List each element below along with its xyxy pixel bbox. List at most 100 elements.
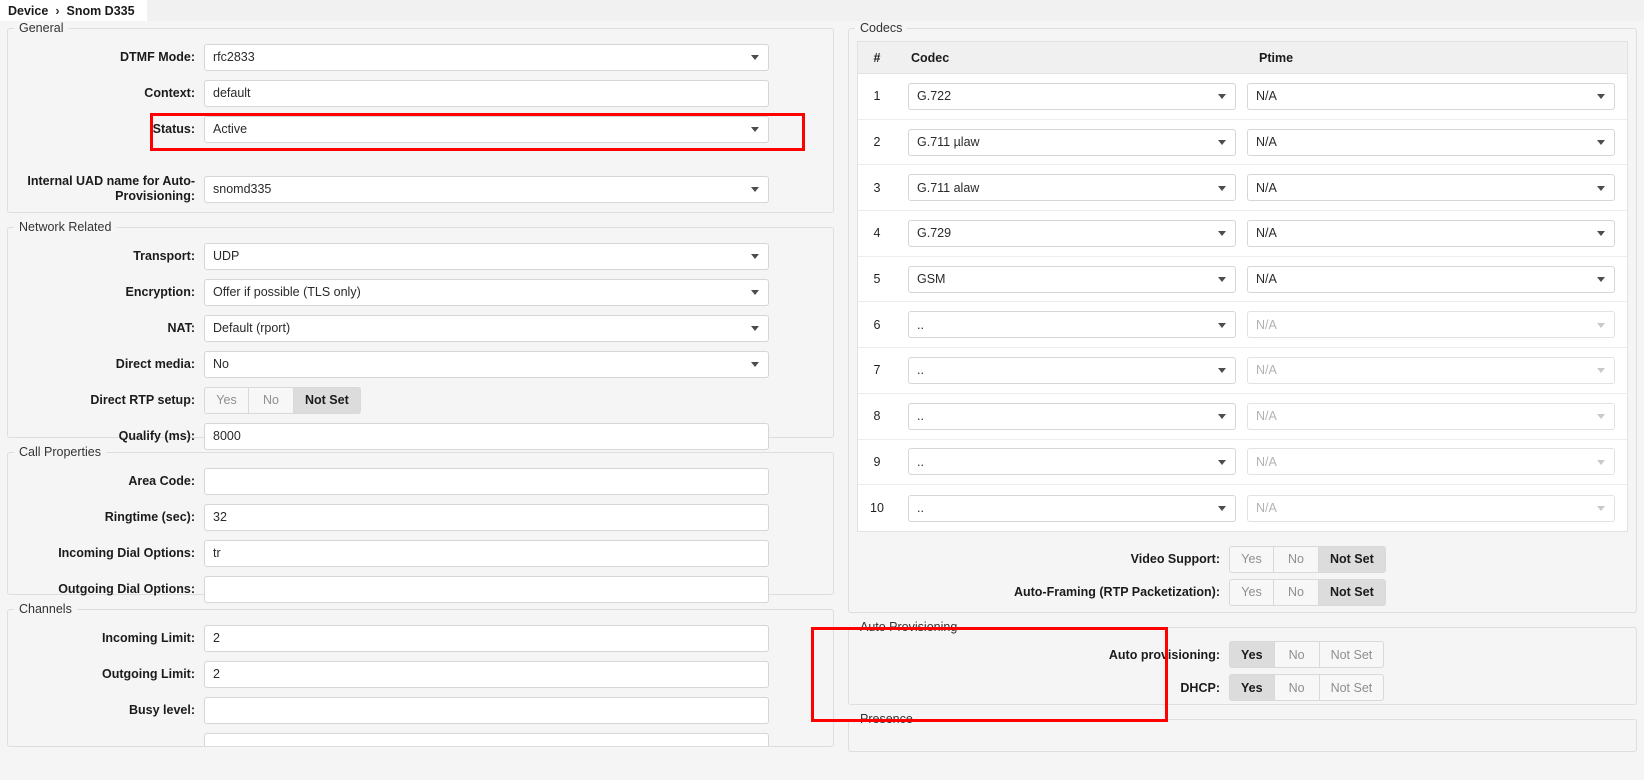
direct-rtp-setup-option-yes[interactable]: Yes <box>204 386 249 414</box>
incoming-dial-options-label: Incoming Dial Options: <box>58 545 195 560</box>
video-support-segmented[interactable]: Yes No Not Set <box>1229 545 1386 573</box>
codec-row-number: 2 <box>873 135 881 150</box>
ptime-select-3[interactable]: N/A <box>1247 174 1615 202</box>
internal-uad-name-label: Internal UAD name for Auto-Provisioning: <box>27 174 195 203</box>
auto-framing-segmented[interactable]: Yes No Not Set <box>1229 578 1386 606</box>
ringtime-input[interactable]: 32 <box>204 503 769 531</box>
chevron-down-icon <box>1597 185 1605 191</box>
breadcrumb: Device › Snom D335 <box>0 0 147 21</box>
busy-level-label: Busy level: <box>128 702 195 717</box>
ptime-value-8: N/A <box>1256 409 1277 424</box>
auto-framing-option-yes[interactable]: Yes <box>1229 578 1274 606</box>
breadcrumb-separator-icon: › <box>55 3 60 18</box>
codec-select-6[interactable]: .. <box>908 311 1236 339</box>
codec-select-4[interactable]: G.729 <box>908 219 1236 247</box>
codec-select-8[interactable]: .. <box>908 402 1236 430</box>
outgoing-dial-options-input[interactable] <box>204 575 769 603</box>
codec-select-2[interactable]: G.711 µlaw <box>908 128 1236 156</box>
outgoing-limit-input[interactable]: 2 <box>204 660 769 688</box>
direct-rtp-setup-option-not-set[interactable]: Not Set <box>294 386 361 414</box>
dtmf-mode-label: DTMF Mode: <box>120 49 195 64</box>
dhcp-option-not-set[interactable]: Not Set <box>1319 674 1385 701</box>
auto-provisioning-option-yes[interactable]: Yes <box>1229 641 1275 668</box>
codec-value-3: G.711 alaw <box>917 180 980 195</box>
table-row: 1 G.722 N/A <box>858 74 1627 120</box>
table-row: 6 .. N/A <box>858 302 1627 349</box>
auto-framing-label: Auto-Framing (RTP Packetization): <box>1013 585 1220 600</box>
incoming-limit-input[interactable]: 2 <box>204 624 769 652</box>
status-label: Status: <box>152 121 195 136</box>
partial-next-input[interactable] <box>204 732 769 746</box>
status-select[interactable]: Active <box>204 115 769 143</box>
codec-row-number: 5 <box>873 272 881 287</box>
dhcp-option-yes[interactable]: Yes <box>1229 674 1275 701</box>
video-support-option-no[interactable]: No <box>1274 545 1319 573</box>
internal-uad-name-select[interactable]: snomd335 <box>204 175 769 203</box>
codec-select-5[interactable]: GSM <box>908 265 1236 293</box>
right-column: Codecs # Codec Ptime 1 G.722 N/A 2 G.711… <box>848 21 1637 752</box>
area-code-label: Area Code: <box>128 473 195 488</box>
codec-select-10[interactable]: .. <box>908 494 1236 522</box>
dhcp-segmented[interactable]: Yes No Not Set <box>1229 674 1385 701</box>
codecs-group: Codecs # Codec Ptime 1 G.722 N/A 2 G.711… <box>848 21 1637 613</box>
chevron-down-icon <box>751 55 759 60</box>
device-settings-page: General DTMF Mode: rfc2833 Context: defa… <box>0 21 1644 780</box>
auto-framing-option-no[interactable]: No <box>1274 578 1319 606</box>
channels-group: Channels Incoming Limit: 2 Outgoing Limi… <box>7 602 834 747</box>
ringtime-label: Ringtime (sec): <box>104 509 195 524</box>
direct-rtp-setup-segmented[interactable]: Yes No Not Set <box>204 386 361 414</box>
incoming-dial-options-value: tr <box>213 546 221 560</box>
ptime-value-1: N/A <box>1256 89 1277 104</box>
codec-select-9[interactable]: .. <box>908 448 1236 476</box>
field-row-dtmf-mode: DTMF Mode: rfc2833 <box>8 39 833 75</box>
table-row: 4 G.729 N/A <box>858 211 1627 257</box>
ptime-select-2[interactable]: N/A <box>1247 128 1615 156</box>
video-support-option-yes[interactable]: Yes <box>1229 545 1274 573</box>
auto-provisioning-option-no[interactable]: No <box>1274 641 1320 668</box>
incoming-dial-options-input[interactable]: tr <box>204 539 769 567</box>
codec-value-1: G.722 <box>917 89 952 104</box>
ptime-value-4: N/A <box>1256 226 1277 241</box>
codec-select-1[interactable]: G.722 <box>908 82 1236 110</box>
chevron-down-icon <box>1597 414 1605 420</box>
chevron-down-icon <box>1218 231 1226 237</box>
table-row: 10 .. N/A <box>858 485 1627 531</box>
nat-select[interactable]: Default (rport) <box>204 314 769 342</box>
auto-framing-option-not-set[interactable]: Not Set <box>1319 578 1386 606</box>
network-related-group: Network Related Transport: UDP Encryptio… <box>7 220 834 450</box>
table-row: 3 G.711 alaw N/A <box>858 165 1627 212</box>
codec-value-5: GSM <box>917 272 946 287</box>
ptime-value-6: N/A <box>1256 317 1277 332</box>
encryption-select[interactable]: Offer if possible (TLS only) <box>204 278 769 306</box>
video-support-option-not-set[interactable]: Not Set <box>1319 545 1386 573</box>
ptime-value-7: N/A <box>1256 363 1277 378</box>
auto-provisioning-segmented[interactable]: Yes No Not Set <box>1229 641 1385 668</box>
context-input[interactable]: default <box>204 79 769 107</box>
codec-row-number: 9 <box>873 454 881 469</box>
ptime-select-1[interactable]: N/A <box>1247 82 1615 110</box>
chevron-down-icon <box>1597 459 1605 465</box>
codec-select-3[interactable]: G.711 alaw <box>908 174 1236 202</box>
transport-select[interactable]: UDP <box>204 242 769 270</box>
chevron-down-icon <box>1218 506 1226 512</box>
qualify-input[interactable]: 8000 <box>204 422 769 450</box>
breadcrumb-root[interactable]: Device <box>8 4 48 18</box>
chevron-down-icon <box>751 254 759 259</box>
busy-level-input[interactable] <box>204 696 769 724</box>
codec-row-number: 8 <box>873 409 881 424</box>
codecs-table: # Codec Ptime 1 G.722 N/A 2 G.711 µlaw N… <box>857 41 1628 532</box>
dtmf-mode-select[interactable]: rfc2833 <box>204 43 769 71</box>
field-row-outgoing-limit: Outgoing Limit: 2 <box>8 656 833 692</box>
ptime-select-4[interactable]: N/A <box>1247 219 1615 247</box>
ptime-select-5[interactable]: N/A <box>1247 265 1615 293</box>
dhcp-option-no[interactable]: No <box>1274 674 1320 701</box>
table-row: 7 .. N/A <box>858 348 1627 394</box>
area-code-input[interactable] <box>204 467 769 495</box>
codec-select-7[interactable]: .. <box>908 356 1236 384</box>
chevron-down-icon <box>751 326 759 331</box>
nat-label: NAT: <box>167 320 195 335</box>
direct-media-select[interactable]: No <box>204 350 769 378</box>
auto-provisioning-option-not-set[interactable]: Not Set <box>1319 641 1385 668</box>
chevron-down-icon <box>1597 277 1605 283</box>
direct-rtp-setup-option-no[interactable]: No <box>249 386 294 414</box>
